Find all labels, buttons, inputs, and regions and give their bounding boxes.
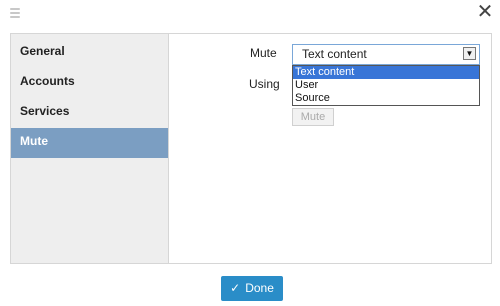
settings-dialog-body: General Accounts Services Mute Mute Usin…	[10, 33, 492, 264]
mute-type-select-value: Text content	[302, 47, 367, 61]
mute-field-label: Mute	[250, 46, 277, 60]
dropdown-option-user[interactable]: User	[293, 79, 479, 92]
sidebar-item-mute[interactable]: Mute	[11, 128, 168, 158]
dropdown-option-source[interactable]: Source	[293, 92, 479, 105]
sidebar-item-accounts[interactable]: Accounts	[11, 68, 168, 98]
chevron-down-icon[interactable]: ▼	[463, 47, 476, 60]
using-field-label: Using	[249, 77, 280, 91]
mute-type-dropdown: Text content User Source	[292, 65, 480, 106]
done-button[interactable]: ✓ Done	[221, 276, 283, 301]
sidebar: General Accounts Services Mute	[11, 34, 169, 263]
sidebar-item-services[interactable]: Services	[11, 98, 168, 128]
mute-button[interactable]: Mute	[292, 108, 334, 126]
mute-type-select[interactable]: Text content ▼	[292, 44, 480, 65]
mute-settings-panel: Mute Using Text content ▼ Text content U…	[169, 34, 491, 263]
done-button-label: Done	[245, 281, 274, 295]
dropdown-option-text-content[interactable]: Text content	[293, 66, 479, 79]
drag-grip-icon[interactable]	[10, 8, 22, 22]
check-icon: ✓	[230, 281, 241, 295]
close-icon[interactable]: ✕	[476, 2, 494, 22]
sidebar-item-general[interactable]: General	[11, 38, 168, 68]
